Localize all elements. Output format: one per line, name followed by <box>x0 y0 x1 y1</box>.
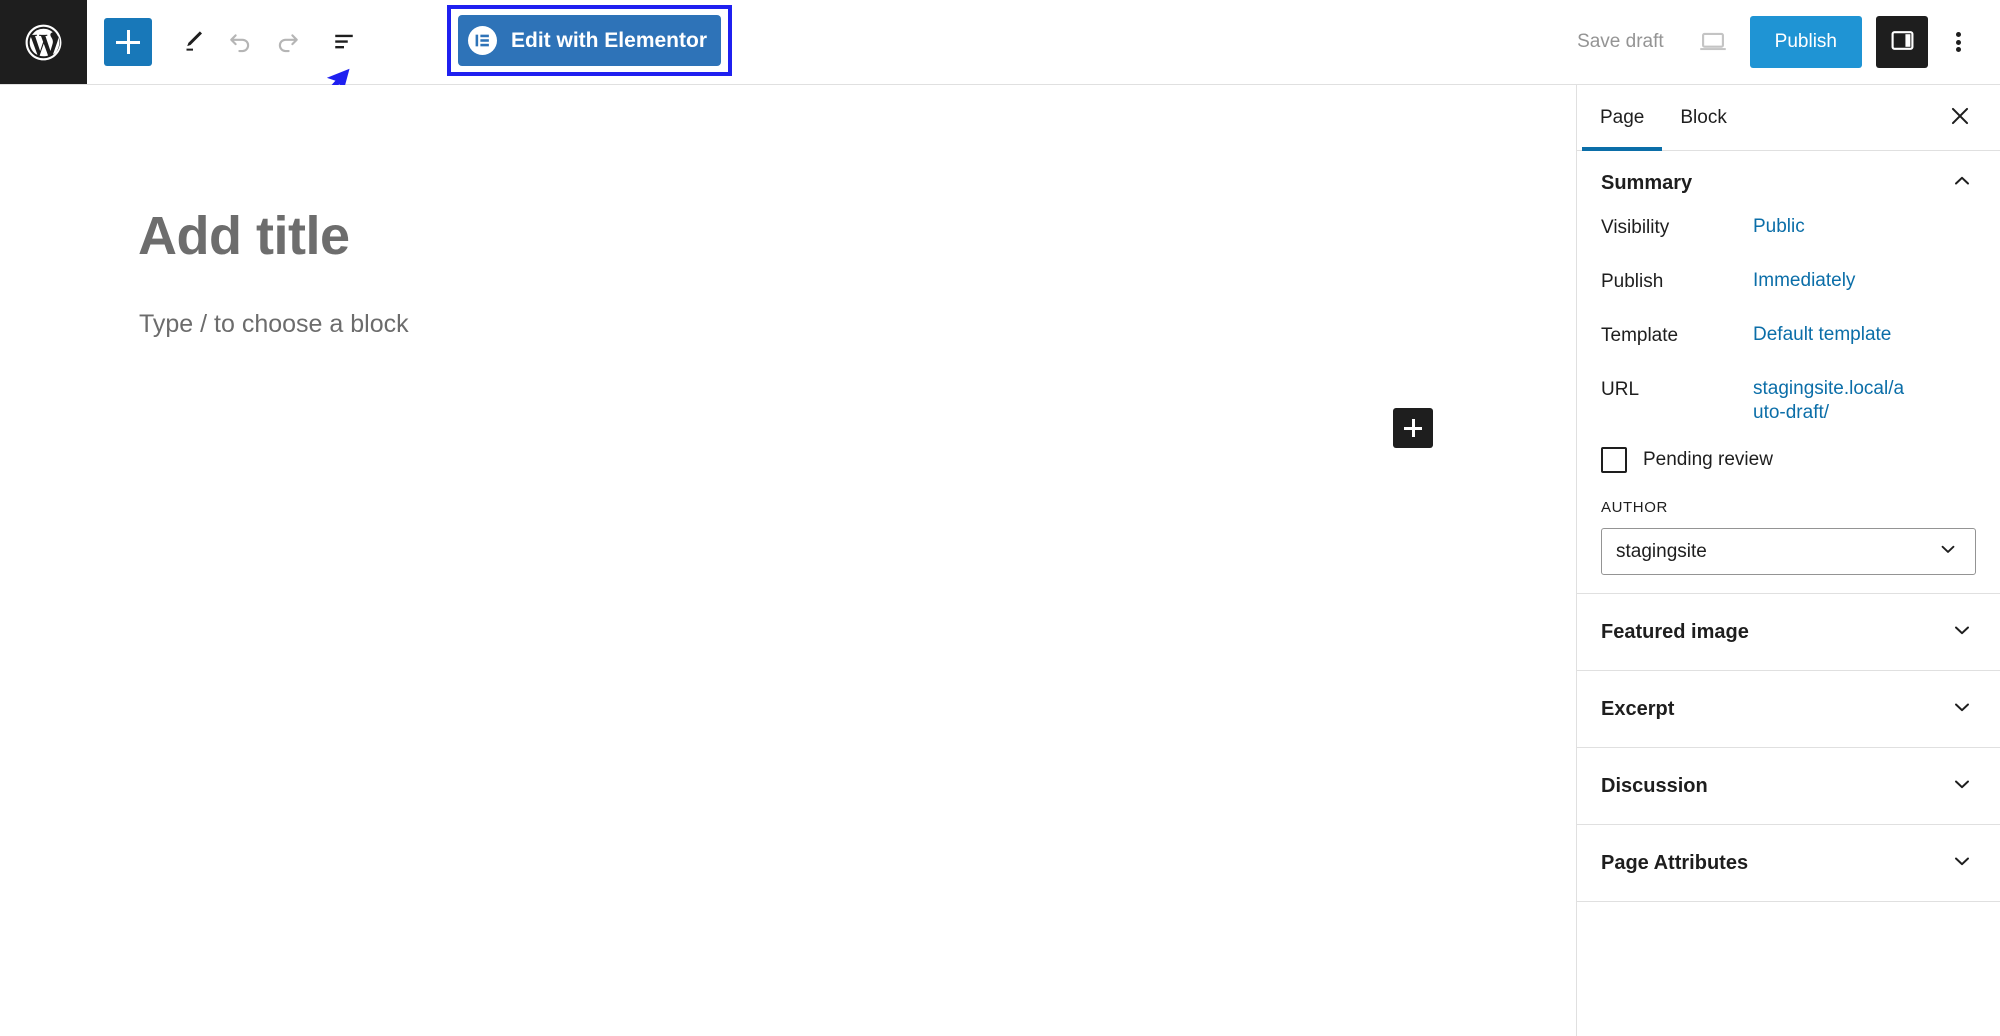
summary-panel-title: Summary <box>1601 171 1693 194</box>
tab-block[interactable]: Block <box>1662 85 1744 150</box>
chevron-down-icon <box>1950 849 1974 878</box>
document-outline-icon <box>329 26 359 59</box>
editor-toolbar: Edit with Elementor Save draft Publish <box>0 0 2000 85</box>
chevron-down-icon <box>1937 538 1959 566</box>
undo-button[interactable] <box>216 18 264 66</box>
summary-panel: Summary Visibility Public Publish Immedi… <box>1577 151 2000 594</box>
edit-with-elementor-highlight: Edit with Elementor <box>447 5 732 76</box>
summary-row-visibility: Visibility Public <box>1577 215 2000 269</box>
author-select[interactable]: stagingsite <box>1601 528 1976 575</box>
preview-button[interactable] <box>1686 18 1740 66</box>
summary-row-publish: Publish Immediately <box>1577 269 2000 323</box>
accordion-featured-image-label: Featured image <box>1601 620 1749 643</box>
settings-sidebar: Page Block Summary Visibility Public Pub… <box>1576 85 2000 1036</box>
template-value[interactable]: Default template <box>1753 323 1891 347</box>
publish-label: Publish <box>1601 271 1664 292</box>
publish-value[interactable]: Immediately <box>1753 269 1855 293</box>
save-draft-button[interactable]: Save draft <box>1555 31 1686 53</box>
chevron-down-icon <box>1950 695 1974 724</box>
template-label: Template <box>1601 325 1679 346</box>
plus-icon <box>116 30 140 54</box>
elementor-logo-icon <box>467 26 497 55</box>
accordion-page-attributes[interactable]: Page Attributes <box>1577 825 2000 902</box>
sidebar-tablist: Page Block <box>1577 85 2000 151</box>
list-view-button[interactable] <box>320 18 368 66</box>
url-label: URL <box>1601 379 1640 400</box>
summary-row-template: Template Default template <box>1577 323 2000 377</box>
pencil-tools-icon <box>177 26 207 59</box>
summary-row-url: URL stagingsite.local/auto-draft/ <box>1577 377 2000 431</box>
chevron-down-icon <box>1950 618 1974 647</box>
accordion-excerpt-label: Excerpt <box>1601 697 1675 720</box>
settings-sidebar-toggle-button[interactable] <box>1876 16 1928 68</box>
plus-icon <box>1404 419 1422 437</box>
toolbar-left-group <box>87 0 368 84</box>
undo-arrow-icon <box>225 26 255 59</box>
wordpress-logo-button[interactable] <box>0 0 87 84</box>
add-block-button[interactable] <box>104 18 152 66</box>
pending-review-label[interactable]: Pending review <box>1643 449 1773 471</box>
close-x-icon <box>1947 103 1973 132</box>
accordion-excerpt[interactable]: Excerpt <box>1577 671 2000 748</box>
chevron-down-icon <box>1950 772 1974 801</box>
tab-page[interactable]: Page <box>1582 85 1663 151</box>
wordpress-block-editor: Edit with Elementor Save draft Publish A… <box>0 0 2000 1036</box>
author-select-value: stagingsite <box>1616 540 1707 562</box>
chevron-up-icon <box>1950 169 1974 198</box>
toolbar-right-group: Save draft Publish <box>1555 0 2000 84</box>
accordion-discussion[interactable]: Discussion <box>1577 748 2000 825</box>
more-options-button[interactable] <box>1934 18 1982 66</box>
accordion-page-attributes-label: Page Attributes <box>1601 851 1749 874</box>
summary-panel-header[interactable]: Summary <box>1577 151 2000 215</box>
default-block-input[interactable]: Type / to choose a block <box>139 310 409 339</box>
three-dots-vertical-icon <box>1955 30 1961 55</box>
publish-button[interactable]: Publish <box>1749 16 1862 68</box>
editor-canvas: Add title Type / to choose a block <box>0 85 1576 1036</box>
edit-with-elementor-label: Edit with Elementor <box>510 28 707 52</box>
author-caption: AUTHOR <box>1601 499 1668 516</box>
wordpress-logo-icon <box>22 21 65 64</box>
pending-review-row: Pending review <box>1577 437 2000 473</box>
close-sidebar-button[interactable] <box>1938 96 1982 140</box>
visibility-label: Visibility <box>1601 217 1670 238</box>
laptop-preview-icon <box>1696 24 1730 61</box>
edit-with-elementor-button[interactable]: Edit with Elementor <box>458 15 721 66</box>
url-value[interactable]: stagingsite.local/auto-draft/ <box>1753 377 1913 426</box>
visibility-value[interactable]: Public <box>1753 215 1805 239</box>
tools-pencil-button[interactable] <box>168 18 216 66</box>
redo-arrow-icon <box>273 26 303 59</box>
author-section: AUTHOR stagingsite <box>1577 473 2000 575</box>
settings-panel-icon <box>1889 27 1916 57</box>
inline-block-inserter-button[interactable] <box>1393 408 1433 448</box>
accordion-featured-image[interactable]: Featured image <box>1577 594 2000 671</box>
pending-review-checkbox[interactable] <box>1601 447 1627 473</box>
redo-button[interactable] <box>264 18 312 66</box>
post-title-input[interactable]: Add title <box>138 205 350 267</box>
accordion-discussion-label: Discussion <box>1601 774 1708 797</box>
